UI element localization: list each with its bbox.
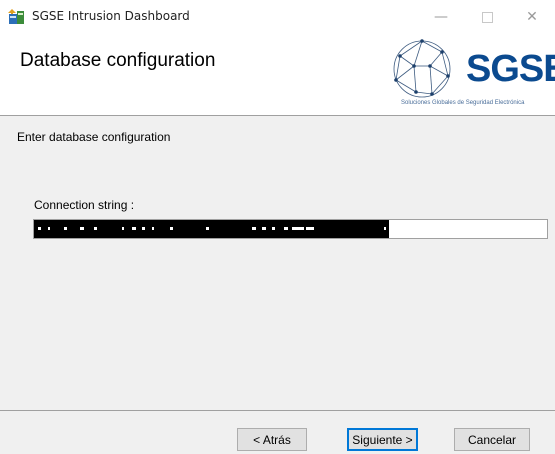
logo-wordmark: SGSE bbox=[466, 48, 555, 90]
redacted-connection-value bbox=[34, 220, 389, 238]
connection-string-label: Connection string : bbox=[34, 198, 135, 212]
cancel-button[interactable]: Cancelar bbox=[454, 428, 530, 451]
minimize-button[interactable]: — bbox=[418, 0, 464, 34]
minimize-icon: — bbox=[434, 9, 448, 25]
instruction-text: Enter database configuration bbox=[17, 130, 171, 144]
wizard-footer: < Atrás Siguiente > Cancelar bbox=[0, 410, 555, 454]
window-title: SGSE Intrusion Dashboard bbox=[32, 9, 190, 23]
close-button[interactable]: ✕ bbox=[509, 0, 555, 34]
page-title: Database configuration bbox=[20, 50, 216, 71]
next-button[interactable]: Siguiente > bbox=[347, 428, 418, 451]
back-button[interactable]: < Atrás bbox=[237, 428, 307, 451]
maximize-icon bbox=[481, 11, 493, 23]
globe-network-icon bbox=[393, 39, 451, 98]
sgse-logo: SGSE Soluciones Globales de Seguridad El… bbox=[384, 34, 555, 115]
wizard-header: Database configuration SGS Soluciones Gl… bbox=[0, 34, 555, 116]
logo-tagline: Soluciones Globales de Seguridad Electró… bbox=[401, 100, 525, 106]
installer-icon bbox=[8, 8, 26, 26]
close-icon: ✕ bbox=[526, 9, 538, 25]
maximize-button[interactable] bbox=[464, 0, 510, 34]
title-bar: SGSE Intrusion Dashboard — ✕ bbox=[0, 0, 555, 34]
